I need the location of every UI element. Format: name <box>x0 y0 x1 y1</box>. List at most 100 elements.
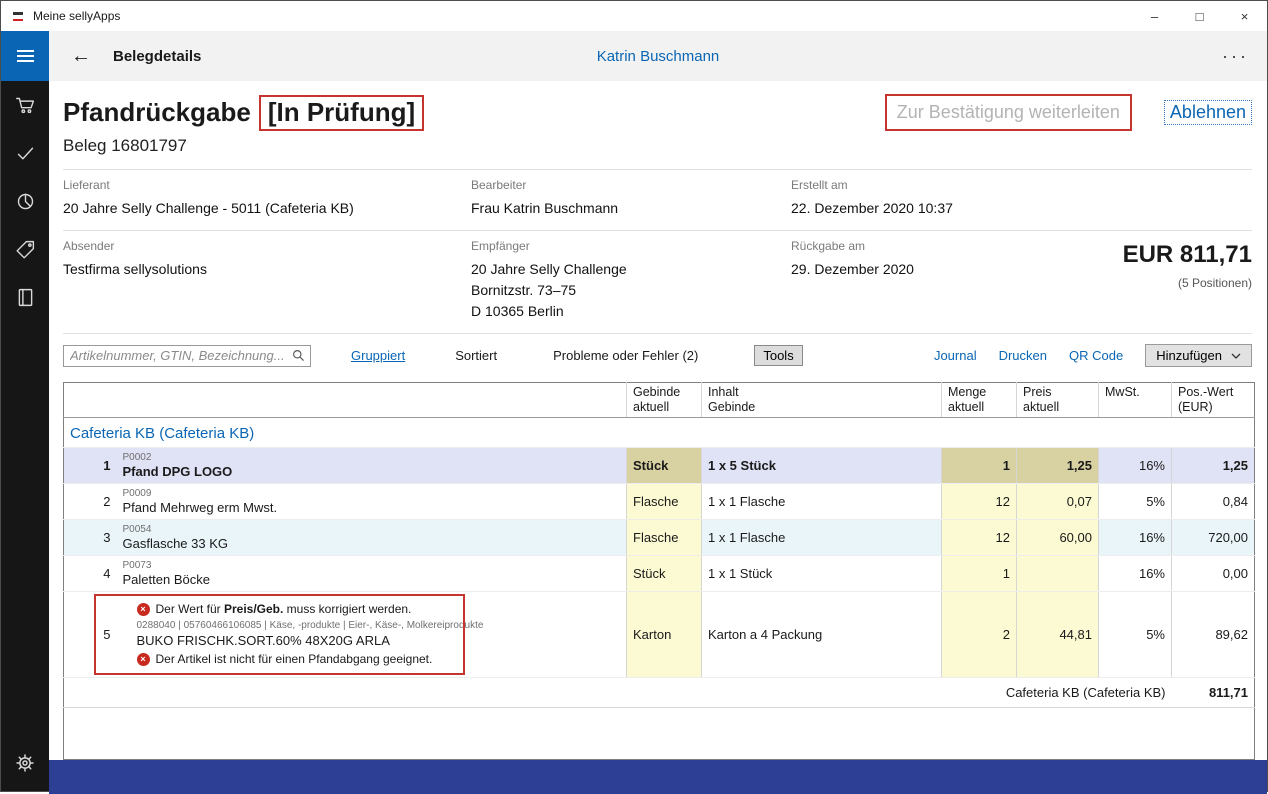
row-number: 3 <box>64 520 117 556</box>
column-header-preis: Preisaktuell <box>1017 383 1099 418</box>
close-button[interactable]: × <box>1222 1 1267 31</box>
page-title: Belegdetails <box>113 48 201 65</box>
user-name-link[interactable]: Katrin Buschmann <box>597 48 720 65</box>
article-name: Paletten Böcke <box>123 572 621 588</box>
wert-cell: 89,62 <box>1172 592 1255 678</box>
hinzufuegen-button[interactable]: Hinzufügen <box>1145 344 1252 367</box>
group-footer-label: Cafeteria KB (Cafeteria KB) <box>64 678 1172 708</box>
sidebar <box>1 31 49 791</box>
field-value: 29. Dezember 2020 <box>791 259 1002 280</box>
inhalt-cell: 1 x 5 Stück <box>702 448 942 484</box>
window-controls: – □ × <box>1132 1 1267 31</box>
inhalt-cell: 1 x 1 Stück <box>702 556 942 592</box>
table-row[interactable]: 3 P0054 Gasflasche 33 KG Flasche 1 x 1 F… <box>64 520 1255 556</box>
cart-icon[interactable] <box>1 81 49 129</box>
catalog-icon[interactable] <box>1 273 49 321</box>
article-name: Pfand DPG LOGO <box>123 464 621 480</box>
minimize-button[interactable]: – <box>1132 1 1177 31</box>
column-header-pos-wert: Pos.-Wert(EUR) <box>1172 383 1255 418</box>
search-box[interactable] <box>63 345 311 367</box>
field-rueckgabe-am: Rückgabe am 29. Dezember 2020 <box>791 239 1002 322</box>
search-icon <box>292 349 305 362</box>
more-button[interactable]: ··· <box>1222 46 1249 67</box>
document-details: Pfandrückgabe [In Prüfung] Zur Bestätigu… <box>49 81 1267 760</box>
row-number: 2 <box>64 484 117 520</box>
inhalt-cell: Karton a 4 Packung <box>702 592 942 678</box>
article-cell: P0054 Gasflasche 33 KG <box>117 520 627 556</box>
forward-for-confirmation-button[interactable]: Zur Bestätigung weiterleiten <box>885 94 1132 131</box>
article-name: Gasflasche 33 KG <box>123 536 621 552</box>
table-row[interactable]: 2 P0009 Pfand Mehrweg erm Mwst. Flasche … <box>64 484 1255 520</box>
chevron-down-icon <box>1231 353 1241 359</box>
settings-gear-icon[interactable] <box>1 739 49 787</box>
inhalt-cell: 1 x 1 Flasche <box>702 520 942 556</box>
field-label: Erstellt am <box>791 178 1002 192</box>
error-icon: × <box>137 603 150 616</box>
table-row[interactable]: 1 P0002 Pfand DPG LOGO Stück 1 x 5 Stück… <box>64 448 1255 484</box>
article-code: P0073 <box>123 560 621 572</box>
back-button[interactable]: ← <box>71 45 91 68</box>
drucken-link[interactable]: Drucken <box>999 348 1047 363</box>
field-absender: Absender Testfirma sellysolutions <box>63 239 471 322</box>
group-footer-total: 811,71 <box>1172 678 1255 708</box>
preis-cell: 0,07 <box>1017 484 1099 520</box>
gebinde-cell: Stück <box>627 556 702 592</box>
table-row[interactable]: 5 × Der Wert für Preis/Geb. muss korrigi… <box>64 592 1255 678</box>
status-badge: [In Prüfung] <box>259 95 424 131</box>
check-icon[interactable] <box>1 129 49 177</box>
gebinde-cell: Karton <box>627 592 702 678</box>
hinzufuegen-label: Hinzufügen <box>1156 348 1222 363</box>
table-empty-space <box>64 708 1255 760</box>
mwst-cell: 16% <box>1099 556 1172 592</box>
field-bearbeiter: Bearbeiter Frau Katrin Buschmann <box>471 178 791 219</box>
app-bar: ← Belegdetails Katrin Buschmann ··· <box>49 31 1267 81</box>
bottom-bar <box>49 760 1267 794</box>
wert-cell: 0,84 <box>1172 484 1255 520</box>
field-value: Testfirma sellysolutions <box>63 259 471 280</box>
row-number: 1 <box>64 448 117 484</box>
reject-button[interactable]: Ablehnen <box>1164 100 1252 125</box>
probleme-filter[interactable]: Probleme oder Fehler (2) <box>553 348 698 363</box>
toolbar: Gruppiert Sortiert Probleme oder Fehler … <box>63 344 1252 367</box>
sortiert-toggle[interactable]: Sortiert <box>455 348 497 363</box>
article-cell: × Der Wert für Preis/Geb. muss korrigier… <box>117 592 627 678</box>
window-title: Meine sellyApps <box>33 9 120 23</box>
wert-cell: 720,00 <box>1172 520 1255 556</box>
group-header-row: Cafeteria KB (Cafeteria KB) <box>64 418 1255 448</box>
document-info-grid: Lieferant 20 Jahre Selly Challenge - 501… <box>63 169 1252 334</box>
journal-link[interactable]: Journal <box>934 348 977 363</box>
article-code: 0288040 | 05760466106085 | Käse, -produk… <box>137 620 621 632</box>
qr-code-link[interactable]: QR Code <box>1069 348 1123 363</box>
tools-button[interactable]: Tools <box>754 345 802 366</box>
wert-cell: 1,25 <box>1172 448 1255 484</box>
mwst-cell: 5% <box>1099 592 1172 678</box>
error-message: × Der Artikel ist nicht für einen Pfanda… <box>137 652 621 667</box>
error-message: × Der Wert für Preis/Geb. muss korrigier… <box>137 602 621 617</box>
table-row[interactable]: 4 P0073 Paletten Böcke Stück 1 x 1 Stück… <box>64 556 1255 592</box>
mwst-cell: 16% <box>1099 448 1172 484</box>
search-input[interactable] <box>70 348 292 363</box>
mwst-cell: 16% <box>1099 520 1172 556</box>
field-label: Bearbeiter <box>471 178 791 192</box>
maximize-button[interactable]: □ <box>1177 1 1222 31</box>
field-value: 20 Jahre Selly Challenge Bornitzstr. 73–… <box>471 259 791 322</box>
gebinde-cell: Stück <box>627 448 702 484</box>
menge-cell: 12 <box>942 484 1017 520</box>
document-title: Pfandrückgabe <box>63 97 251 128</box>
article-cell: P0009 Pfand Mehrweg erm Mwst. <box>117 484 627 520</box>
table-header-row: Gebindeaktuell InhaltGebinde Mengeaktuel… <box>64 383 1255 418</box>
preis-cell: 1,25 <box>1017 448 1099 484</box>
positions-table: Gebindeaktuell InhaltGebinde Mengeaktuel… <box>63 382 1255 760</box>
group-footer-row: Cafeteria KB (Cafeteria KB) 811,71 <box>64 678 1255 708</box>
article-code: P0002 <box>123 452 621 464</box>
article-cell: P0002 Pfand DPG LOGO <box>117 448 627 484</box>
column-header-gebinde: Gebindeaktuell <box>627 383 702 418</box>
error-text: Der Artikel ist nicht für einen Pfandabg… <box>156 652 433 667</box>
price-tag-icon[interactable] <box>1 225 49 273</box>
preis-cell <box>1017 556 1099 592</box>
inhalt-cell: 1 x 1 Flasche <box>702 484 942 520</box>
gruppiert-toggle[interactable]: Gruppiert <box>351 348 405 363</box>
mwst-cell: 5% <box>1099 484 1172 520</box>
pie-chart-icon[interactable] <box>1 177 49 225</box>
menu-button[interactable] <box>1 31 49 81</box>
